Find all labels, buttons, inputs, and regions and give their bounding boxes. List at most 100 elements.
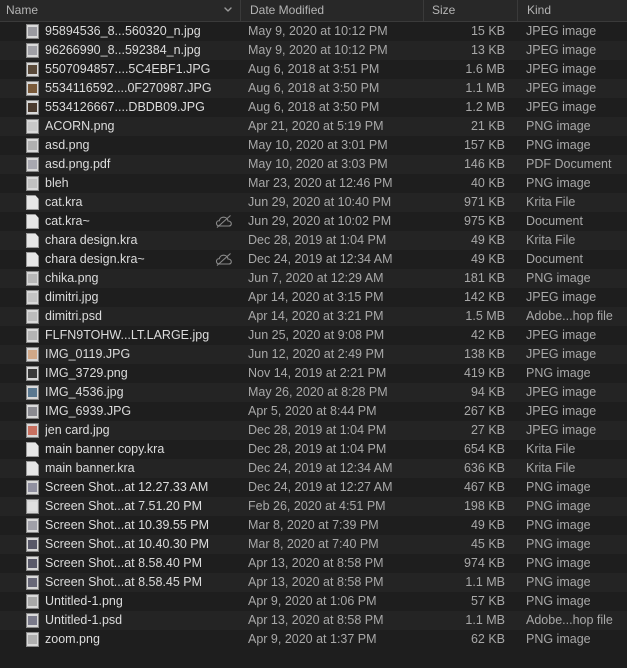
file-name[interactable]: chara design.kra	[45, 231, 230, 250]
sort-chevron-icon[interactable]	[223, 4, 233, 16]
file-name[interactable]: Screen Shot...at 8.58.45 PM	[45, 573, 230, 592]
file-name[interactable]: asd.png	[45, 136, 230, 155]
file-size: 27 KB	[470, 423, 505, 437]
file-name[interactable]: zoom.png	[45, 630, 230, 649]
file-row[interactable]: cat.kra Jun 29, 2020 at 10:40 PM 971 KB Kri…	[0, 193, 627, 212]
file-name[interactable]: bleh	[45, 174, 230, 193]
file-kind: PNG image	[526, 518, 591, 532]
file-name[interactable]: 5507094857....5C4EBF1.JPG	[45, 60, 230, 79]
file-name[interactable]: main banner.kra	[45, 459, 230, 478]
file-thumbnail-icon	[26, 518, 39, 533]
file-size: 974 KB	[463, 556, 505, 570]
file-date-modified: Dec 28, 2019 at 1:04 PM	[248, 442, 387, 456]
file-date-modified: Mar 8, 2020 at 7:39 PM	[248, 518, 379, 532]
file-name[interactable]: Screen Shot...at 10.40.30 PM	[45, 535, 230, 554]
file-name[interactable]: Untitled-1.png	[45, 592, 230, 611]
file-name[interactable]: Screen Shot...at 8.58.40 PM	[45, 554, 230, 573]
file-kind: JPEG image	[526, 43, 597, 57]
file-row[interactable]: IMG_0119.JPG Jun 12, 2020 at 2:49 PM 138 K…	[0, 345, 627, 364]
file-name[interactable]: cat.kra	[45, 193, 230, 212]
file-name[interactable]: 96266990_8...592384_n.jpg	[45, 41, 230, 60]
document-icon	[26, 233, 39, 248]
file-row[interactable]: main banner copy.kra Dec 28, 2019 at 1:04…	[0, 440, 627, 459]
file-row[interactable]: dimitri.jpg Apr 14, 2020 at 3:15 PM 142 KB…	[0, 288, 627, 307]
file-row[interactable]: IMG_6939.JPG Apr 5, 2020 at 8:44 PM 267 KB…	[0, 402, 627, 421]
file-date-modified: Dec 24, 2019 at 12:34 AM	[248, 461, 393, 475]
file-date-modified: Aug 6, 2018 at 3:51 PM	[248, 62, 380, 76]
file-name[interactable]: ACORN.png	[45, 117, 230, 136]
file-row[interactable]: asd.png May 10, 2020 at 3:01 PM 157 KB PNG …	[0, 136, 627, 155]
file-kind: Document	[526, 214, 583, 228]
file-size: 45 KB	[470, 537, 505, 551]
file-row[interactable]: 95894536_8...560320_n.jpg May 9, 2020 at …	[0, 22, 627, 41]
file-name[interactable]: Screen Shot...at 7.51.20 PM	[45, 497, 230, 516]
file-row[interactable]: 96266990_8...592384_n.jpg May 9, 2020 at …	[0, 41, 627, 60]
file-date-modified: Apr 5, 2020 at 8:44 PM	[248, 404, 377, 418]
column-header-date-modified[interactable]: Date Modified	[240, 0, 423, 21]
file-size: 1.1 MB	[465, 81, 505, 95]
file-row[interactable]: Screen Shot...at 10.40.30 PM Mar 8, 2020 …	[0, 535, 627, 554]
file-row[interactable]: chara design.kra Dec 28, 2019 at 1:04 PM 4…	[0, 231, 627, 250]
file-name[interactable]: 5534126667....DBDB09.JPG	[45, 98, 230, 117]
file-list: 95894536_8...560320_n.jpg May 9, 2020 at …	[0, 22, 627, 649]
file-row[interactable]: IMG_4536.jpg May 26, 2020 at 8:28 PM 94 KB…	[0, 383, 627, 402]
column-header-kind[interactable]: Kind	[517, 0, 627, 21]
file-name[interactable]: dimitri.jpg	[45, 288, 230, 307]
file-row[interactable]: jen card.jpg Dec 28, 2019 at 1:04 PM 27 KB…	[0, 421, 627, 440]
file-date-modified: Aug 6, 2018 at 3:50 PM	[248, 81, 380, 95]
file-row[interactable]: bleh Mar 23, 2020 at 12:46 PM 40 KB PNG ima…	[0, 174, 627, 193]
file-name[interactable]: chara design.kra~	[45, 250, 230, 269]
file-name[interactable]: 5534116592....0F270987.JPG	[45, 79, 230, 98]
file-date-modified: Jun 12, 2020 at 2:49 PM	[248, 347, 385, 361]
file-kind: PNG image	[526, 575, 591, 589]
file-row[interactable]: Untitled-1.psd Apr 13, 2020 at 8:58 PM 1.1…	[0, 611, 627, 630]
file-name[interactable]: IMG_6939.JPG	[45, 402, 230, 421]
file-name[interactable]: IMG_3729.png	[45, 364, 230, 383]
file-row[interactable]: Screen Shot...at 7.51.20 PM Feb 26, 2020 …	[0, 497, 627, 516]
file-name[interactable]: asd.png.pdf	[45, 155, 230, 174]
file-kind: PNG image	[526, 480, 591, 494]
file-row[interactable]: 5534116592....0F270987.JPG Aug 6, 2018 at…	[0, 79, 627, 98]
document-icon	[26, 461, 39, 476]
file-name[interactable]: IMG_4536.jpg	[45, 383, 230, 402]
file-row[interactable]: chara design.kra~ Dec 24, 2019 at 12:34 A…	[0, 250, 627, 269]
file-row[interactable]: zoom.png Apr 9, 2020 at 1:37 PM 62 KB PNG i…	[0, 630, 627, 649]
file-size: 419 KB	[463, 366, 505, 380]
file-row[interactable]: ACORN.png Apr 21, 2020 at 5:19 PM 21 KB PNG…	[0, 117, 627, 136]
file-name[interactable]: Untitled-1.psd	[45, 611, 230, 630]
file-kind: JPEG image	[526, 423, 597, 437]
file-row[interactable]: chika.png Jun 7, 2020 at 12:29 AM 181 KB PN…	[0, 269, 627, 288]
file-name[interactable]: IMG_0119.JPG	[45, 345, 230, 364]
file-date-modified: Apr 13, 2020 at 8:58 PM	[248, 556, 384, 570]
file-name[interactable]: Screen Shot...at 12.27.33 AM	[45, 478, 230, 497]
file-name[interactable]: main banner copy.kra	[45, 440, 230, 459]
file-row[interactable]: 5534126667....DBDB09.JPG Aug 6, 2018 at 3…	[0, 98, 627, 117]
file-row[interactable]: main banner.kra Dec 24, 2019 at 12:34 AM 6…	[0, 459, 627, 478]
file-name[interactable]: cat.kra~	[45, 212, 230, 231]
file-row[interactable]: FLFN9TOHW...LT.LARGE.jpg Jun 25, 2020 at …	[0, 326, 627, 345]
file-row[interactable]: dimitri.psd Apr 14, 2020 at 3:21 PM 1.5 MB…	[0, 307, 627, 326]
file-name[interactable]: Screen Shot...at 10.39.55 PM	[45, 516, 230, 535]
file-size: 49 KB	[470, 233, 505, 247]
file-row[interactable]: Screen Shot...at 12.27.33 AM Dec 24, 2019…	[0, 478, 627, 497]
file-row[interactable]: cat.kra~ Jun 29, 2020 at 10:02 PM 975 KB Do…	[0, 212, 627, 231]
file-name[interactable]: chika.png	[45, 269, 230, 288]
file-thumbnail-icon	[26, 328, 39, 343]
file-row[interactable]: Screen Shot...at 8.58.40 PM Apr 13, 2020 …	[0, 554, 627, 573]
file-name[interactable]: jen card.jpg	[45, 421, 230, 440]
column-header-size[interactable]: Size	[423, 0, 517, 21]
file-row[interactable]: IMG_3729.png Nov 14, 2019 at 2:21 PM 419 K…	[0, 364, 627, 383]
column-header-name[interactable]: Name	[0, 0, 240, 21]
file-row[interactable]: Screen Shot...at 8.58.45 PM Apr 13, 2020 …	[0, 573, 627, 592]
file-name[interactable]: 95894536_8...560320_n.jpg	[45, 22, 230, 41]
file-row[interactable]: 5507094857....5C4EBF1.JPG Aug 6, 2018 at …	[0, 60, 627, 79]
file-name[interactable]: FLFN9TOHW...LT.LARGE.jpg	[45, 326, 230, 345]
document-icon	[26, 195, 39, 210]
file-row[interactable]: Untitled-1.png Apr 9, 2020 at 1:06 PM 57 K…	[0, 592, 627, 611]
file-row[interactable]: asd.png.pdf May 10, 2020 at 3:03 PM 146 KB…	[0, 155, 627, 174]
file-date-modified: May 9, 2020 at 10:12 PM	[248, 43, 388, 57]
file-kind: JPEG image	[526, 81, 597, 95]
file-row[interactable]: Screen Shot...at 10.39.55 PM Mar 8, 2020 …	[0, 516, 627, 535]
file-thumbnail-icon	[26, 594, 39, 609]
file-name[interactable]: dimitri.psd	[45, 307, 230, 326]
